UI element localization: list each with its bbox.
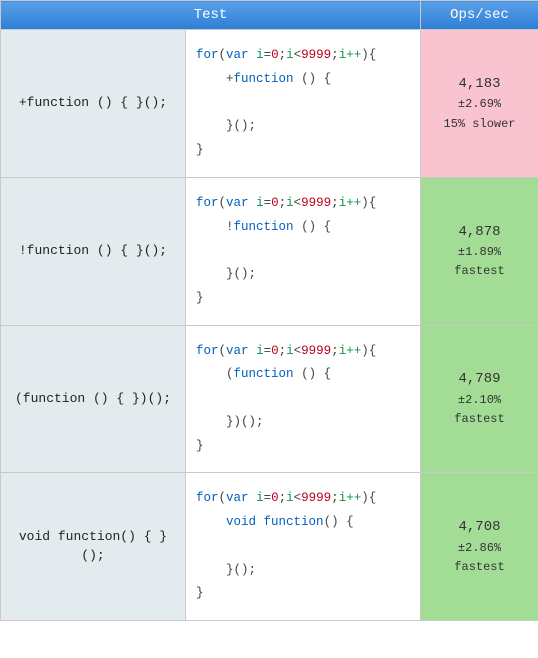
ops-note: fastest (425, 558, 534, 577)
ops-cell: 4,708±2.86%fastest (421, 473, 538, 621)
ops-cell: 4,183±2.69%15% slower (421, 30, 538, 178)
ops-note: 15% slower (425, 115, 534, 134)
test-code: for(var i=0;i<9999;i++){ !function () { … (186, 177, 421, 325)
header-test: Test (1, 1, 421, 30)
header-row: Test Ops/sec (1, 1, 538, 30)
test-label: (function () { })(); (1, 325, 186, 473)
ops-value: 4,708 (425, 516, 534, 538)
table-row: (function () { })();for(var i=0;i<9999;i… (1, 325, 538, 473)
ops-value: 4,183 (425, 73, 534, 95)
table-row: void function() { } ();for(var i=0;i<999… (1, 473, 538, 621)
ops-margin: ±1.89% (425, 243, 534, 262)
test-code: for(var i=0;i<9999;i++){ (function () { … (186, 325, 421, 473)
table-row: +function () { }();for(var i=0;i<9999;i+… (1, 30, 538, 178)
test-label: +function () { }(); (1, 30, 186, 178)
ops-value: 4,789 (425, 368, 534, 390)
ops-note: fastest (425, 262, 534, 281)
ops-note: fastest (425, 410, 534, 429)
ops-margin: ±2.69% (425, 95, 534, 114)
test-code: for(var i=0;i<9999;i++){ +function () { … (186, 30, 421, 178)
header-ops: Ops/sec (421, 1, 538, 30)
ops-margin: ±2.10% (425, 391, 534, 410)
ops-cell: 4,878±1.89%fastest (421, 177, 538, 325)
ops-margin: ±2.86% (425, 539, 534, 558)
table-row: !function () { }();for(var i=0;i<9999;i+… (1, 177, 538, 325)
test-label: void function() { } (); (1, 473, 186, 621)
ops-cell: 4,789±2.10%fastest (421, 325, 538, 473)
ops-value: 4,878 (425, 221, 534, 243)
test-label: !function () { }(); (1, 177, 186, 325)
test-code: for(var i=0;i<9999;i++){ void function()… (186, 473, 421, 621)
benchmark-table: Test Ops/sec +function () { }();for(var … (0, 0, 538, 621)
